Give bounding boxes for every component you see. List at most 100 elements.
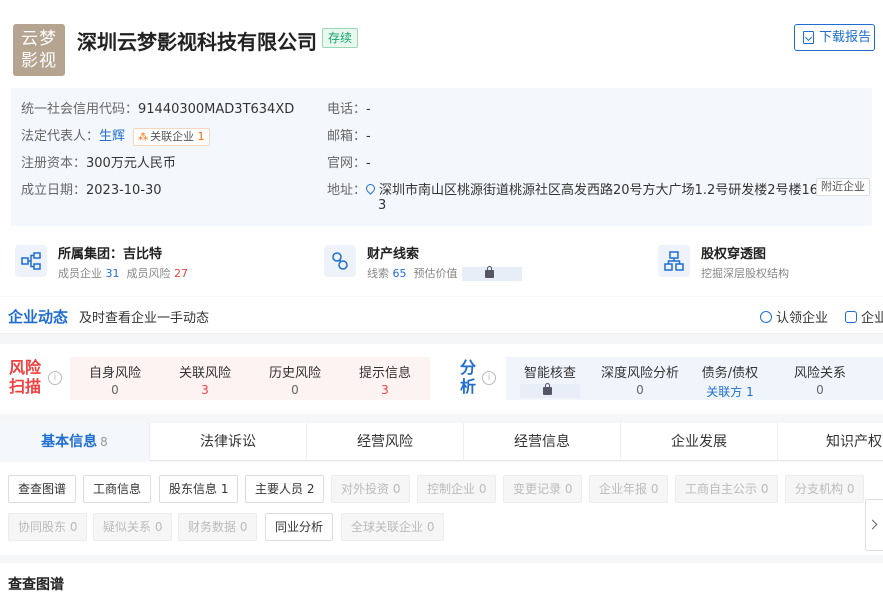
website-value: - [366,156,371,171]
chip-branches: 分支机构 0 [785,475,865,503]
download-report-button[interactable]: 下载报告 [794,24,875,51]
relation-icon: ⁂ [138,132,149,143]
tab-development[interactable]: 企业发展 [621,423,778,461]
debt-credit-label: 债务/债权 [701,366,759,381]
risk-scan-title: 风险扫描 [9,358,42,396]
address-line1: 深圳市南山区桃源街道桃源社区高发西路20号方大广场1.2号研发楼2号楼160 [379,183,827,198]
dynamics-subtitle: 及时查看企业一手动态 [79,311,210,326]
chip-peer-analysis[interactable]: 同业分析 [265,513,334,541]
chips-scroll-right-button[interactable] [865,499,883,551]
related-label: 关联企业 [150,130,195,143]
graph-section: 查查图谱 [0,563,883,610]
smart-check-label: 智能核查 [523,366,576,381]
address-line2: 3 [378,198,387,213]
dynamics-title[interactable]: 企业动态 [8,306,68,327]
risk-history-label: 历史风险 [268,366,321,381]
risk-relations[interactable]: 风险关系 0 [775,362,865,397]
deep-risk-value: 0 [636,383,644,397]
risk-info-icon[interactable]: i [48,371,62,385]
debt-credit-value: 关联方 1 [706,385,754,399]
document-download-icon [803,31,814,44]
related-count: 1 [197,130,205,143]
asset-clue-title: 财产线索 [367,247,420,262]
tab-ip-label: 知识产权 [826,434,882,450]
smart-check[interactable]: 智能核查 [505,362,595,399]
risk-related-value: 3 [201,383,209,397]
chip-business-info[interactable]: 工商信息 [83,475,152,503]
risk-self-label: 自身风险 [88,366,141,381]
corp-label: 企业 [861,311,883,326]
location-pin-icon [364,182,377,195]
analysis-title: 分析 [460,358,477,396]
risk-self[interactable]: 自身风险 0 [70,362,160,397]
risk-hints-value: 3 [381,383,389,397]
asset-clue-card[interactable]: 财产线索 线索 65 预估价值 [324,240,584,284]
main-tabs: 基本信息 8 法律诉讼 经营风险 经营信息 企业发展 知识产权 [0,423,883,461]
address-row: 地址： 深圳市南山区桃源街道桃源社区高发西路20号方大广场1.2号研发楼2号楼16… [327,179,826,198]
nearby-companies-button[interactable]: 附近企业 [816,178,870,196]
credit-code-label: 统一社会信用代码： [21,102,139,117]
claim-company-label: 认领企业 [776,311,829,326]
smart-check-value [505,382,595,399]
verified-icon [760,311,772,323]
tab-operating-info-label: 经营信息 [514,434,570,450]
chip-investments: 对外投资 0 [331,475,411,503]
sub-section-chips: 查查图谱 工商信息 股东信息 1 主要人员 2 对外投资 0 控制企业 0 变更… [0,462,883,555]
group-structure-icon [15,245,47,277]
company-name: 深圳云梦影视科技有限公司 [77,30,317,54]
founded-value: 2023-10-30 [86,183,162,198]
equity-chart-card[interactable]: 股权穿透图 挖掘深层股权结构 [658,240,878,284]
chip-graph[interactable]: 查查图谱 [8,475,77,503]
tab-operating-risk-label: 经营风险 [357,434,413,450]
company-dynamics-bar: 企业动态 及时查看企业一手动态 认领企业 企业 [0,297,883,334]
deep-risk-analysis[interactable]: 深度风险分析 0 [595,362,685,397]
capital-value: 300万元人民币 [86,156,176,171]
lock-icon [484,266,494,278]
chip-suspected-relations: 疑似关系 0 [93,513,173,541]
download-report-label: 下载报告 [819,30,872,45]
vip-icon [845,311,857,323]
tab-basic-info-label: 基本信息 [41,434,98,450]
tab-ip[interactable]: 知识产权 [778,423,883,461]
risk-related[interactable]: 关联风险 3 [160,362,250,397]
chip-self-disclosure: 工商自主公示 0 [675,475,779,503]
chip-co-shareholders: 协同股东 0 [8,513,88,541]
asset-clue-subline: 线索 65 预估价值 [367,265,522,281]
risk-self-value: 0 [111,383,119,397]
group-card[interactable]: 所属集团：吉比特 成员企业 31 成员风险 27 [15,240,275,284]
asset-clue-icon [324,245,356,277]
tab-litigation-label: 法律诉讼 [200,434,256,450]
lock-icon [543,382,552,395]
asset-value-locked[interactable] [461,266,522,281]
smart-check-locked [520,382,580,398]
risk-related-label: 关联风险 [178,366,231,381]
tab-basic-info[interactable]: 基本信息 8 [0,423,150,461]
equity-chart-subtitle: 挖掘深层股权结构 [701,267,789,280]
legal-rep-link[interactable]: 生辉 [99,129,125,144]
legal-rep-label: 法定代表人： [21,129,100,144]
status-badge: 存续 [322,28,359,48]
asset-clues-count: 65 [392,267,407,280]
tab-operating-risk[interactable]: 经营风险 [307,423,464,461]
phone-label: 电话： [327,102,367,117]
tab-litigation[interactable]: 法律诉讼 [150,423,307,461]
analysis-info-icon[interactable]: i [482,371,496,385]
corp-button[interactable]: 企业 [845,307,883,326]
debt-credit[interactable]: 债务/债权 关联方 1 [685,362,775,400]
claim-company-button[interactable]: 认领企业 [760,307,828,326]
phone-value: - [366,102,371,117]
related-companies-tag[interactable]: ⁂ 关联企业 1 [133,128,210,146]
website-row: 官网：- [327,152,371,171]
website-label: 官网： [327,156,367,171]
risk-hints[interactable]: 提示信息 3 [340,362,430,397]
company-header: 云梦影视 深圳云梦影视科技有限公司 存续 下载报告 统一社会信用代码：91440… [0,0,883,296]
risk-hints-label: 提示信息 [358,366,411,381]
chip-shareholders[interactable]: 股东信息 1 [159,475,239,503]
risk-history[interactable]: 历史风险 0 [250,362,340,397]
chip-key-personnel[interactable]: 主要人员 2 [245,475,325,503]
company-logo: 云梦影视 [13,24,65,76]
phone-row: 电话：- [327,98,371,117]
tab-operating-info[interactable]: 经营信息 [464,423,621,461]
group-members-label: 成员企业 [58,267,102,280]
chip-financials: 财务数据 0 [178,513,258,541]
